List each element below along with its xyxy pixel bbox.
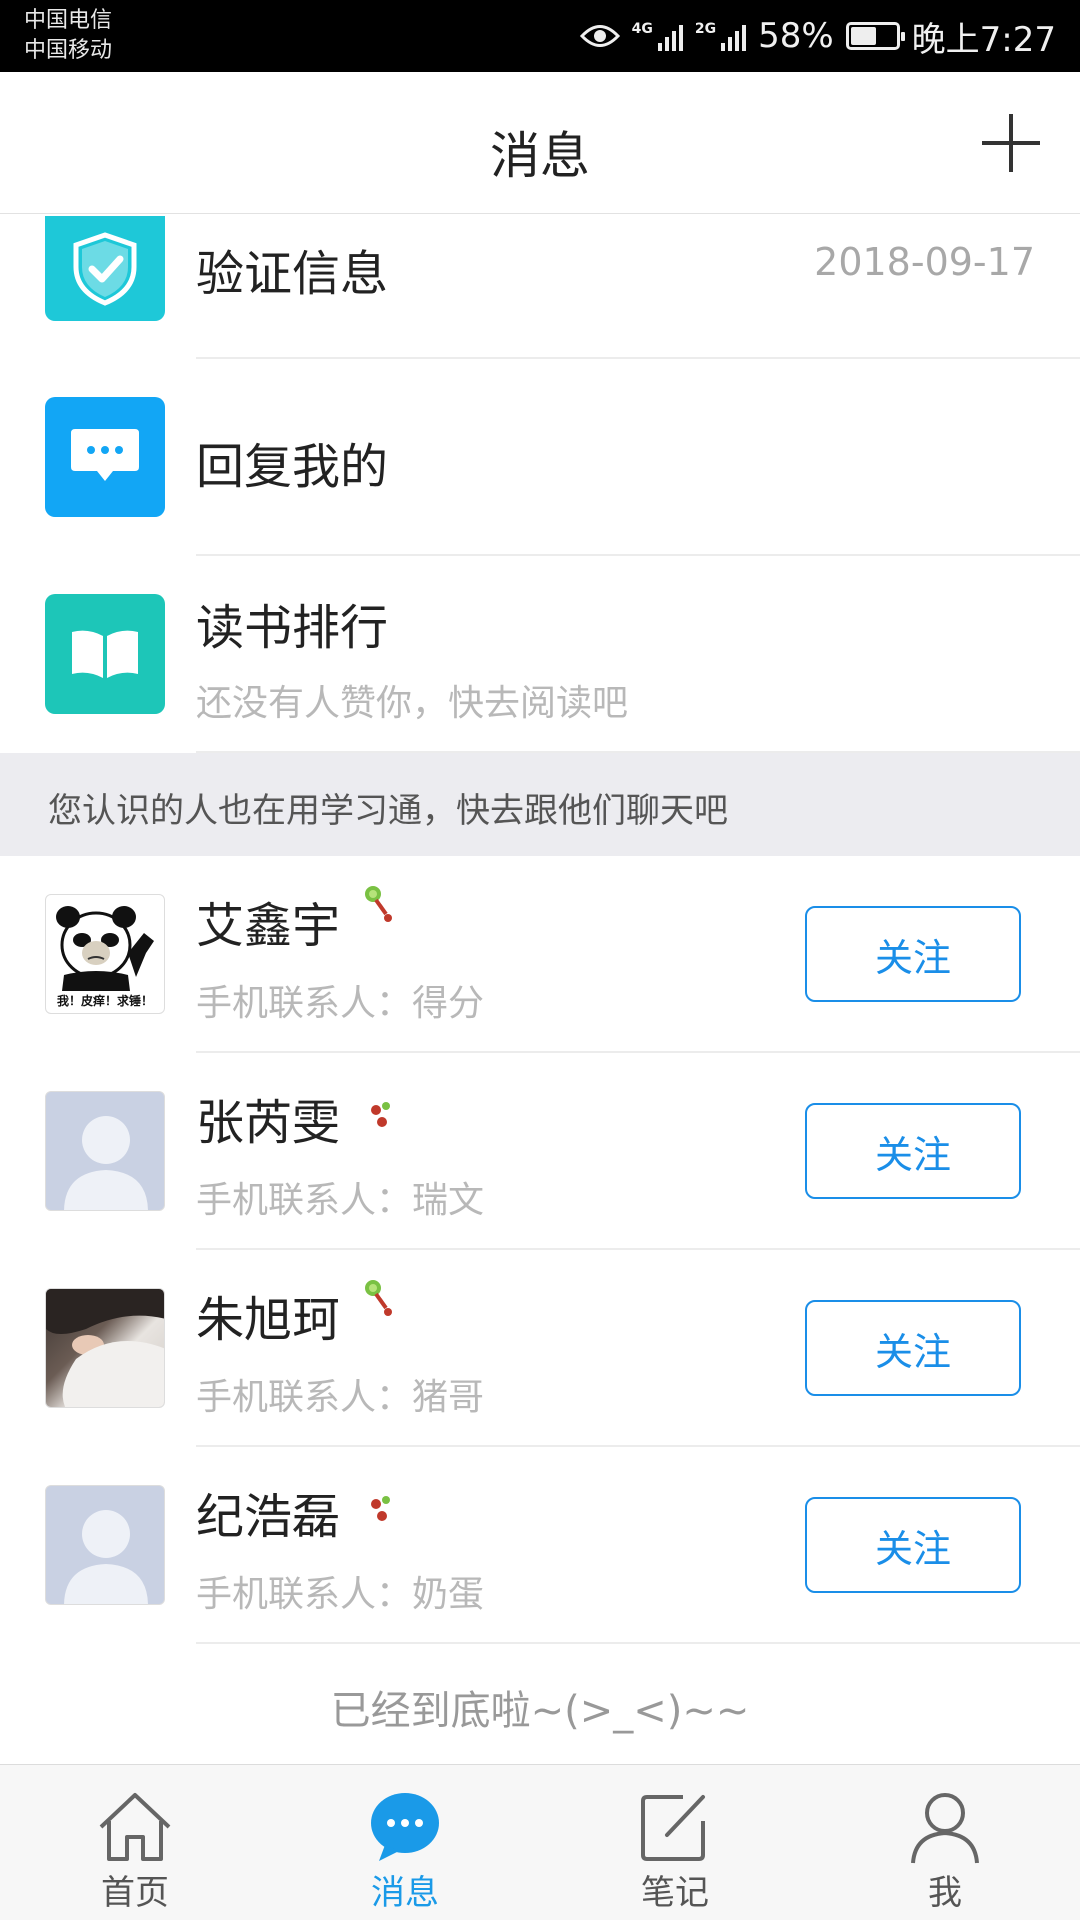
nav-home[interactable]: 首页 [0, 1765, 270, 1920]
banner-text: 您认识的人也在用学习通，快去跟他们聊天吧 [48, 791, 728, 831]
end-of-list-text: 已经到底啦~(>_<)~~ [330, 1688, 750, 1734]
item-subtitle: 还没有人赞你，快去阅读吧 [196, 683, 629, 724]
nav-label: 笔记 [641, 1873, 709, 1913]
status-bar: 中国电信 中国移动 4G 2G 58% 晚上7:27 [0, 0, 1080, 72]
default-avatar[interactable] [45, 1485, 165, 1605]
plus-icon[interactable] [982, 114, 1040, 172]
net-type-2: 2G [694, 21, 717, 37]
contact-name: 朱旭珂 [196, 1292, 341, 1348]
contact-source: 手机联系人：得分 [196, 983, 485, 1024]
follow-button[interactable]: 关注 [805, 1103, 1021, 1199]
nav-label: 首页 [101, 1873, 169, 1913]
contact-source: 手机联系人：猪哥 [196, 1377, 485, 1418]
contact-row[interactable]: 朱旭珂 手机联系人：猪哥 关注 [0, 1250, 1080, 1447]
nav-label: 我 [928, 1873, 962, 1913]
person-icon [911, 1793, 979, 1864]
meme-caption: 我！皮痒！求锤！ [56, 994, 153, 1008]
badge-icon [365, 1280, 392, 1316]
contact-name: 纪浩磊 [196, 1489, 341, 1545]
nav-notes[interactable]: 笔记 [540, 1765, 810, 1920]
follow-button[interactable]: 关注 [805, 906, 1021, 1002]
contact-source: 手机联系人：奶蛋 [196, 1574, 485, 1615]
badge-icon [371, 1102, 390, 1127]
battery-percent: 58% [758, 16, 834, 56]
message-icon [371, 1793, 439, 1861]
battery-icon [845, 22, 905, 50]
page-title: 消息 [490, 127, 590, 185]
carrier-1: 中国电信 [24, 8, 113, 33]
item-date: 2018-09-17 [814, 240, 1035, 284]
net-type-1: 4G [631, 21, 653, 37]
signal-2g-icon: 2G [694, 21, 747, 51]
item-title: 读书排行 [196, 600, 389, 656]
item-title: 验证信息 [196, 246, 389, 302]
contact-source: 手机联系人：瑞文 [196, 1180, 485, 1221]
contact-row[interactable]: 我！皮痒！求锤！ 艾鑫宇 手机联系人：得分 关注 [0, 856, 1080, 1053]
list-item-replies[interactable]: 回复我的 [0, 359, 1080, 556]
contact-row[interactable]: 纪浩磊 手机联系人：奶蛋 关注 [0, 1447, 1080, 1644]
nav-me[interactable]: 我 [810, 1765, 1080, 1920]
photo-avatar[interactable] [45, 1288, 165, 1408]
contact-row[interactable]: 张芮雯 手机联系人：瑞文 关注 [0, 1053, 1080, 1250]
follow-button[interactable]: 关注 [805, 1300, 1021, 1396]
clock: 晚上7:27 [911, 19, 1056, 60]
carrier-2: 中国移动 [24, 38, 113, 63]
carrier-info: 中国电信 中国移动 [24, 6, 112, 66]
nav-messages[interactable]: 消息 [270, 1765, 540, 1920]
follow-button[interactable]: 关注 [805, 1497, 1021, 1593]
suggestion-banner: 您认识的人也在用学习通，快去跟他们聊天吧 [0, 753, 1080, 856]
status-indicators: 4G 2G 58% 晚上7:27 [579, 0, 1056, 72]
open-book-icon [45, 594, 165, 714]
badge-icon [371, 1496, 390, 1521]
home-icon [99, 1793, 171, 1861]
contact-name: 张芮雯 [196, 1095, 341, 1151]
note-icon [641, 1795, 705, 1861]
item-title: 回复我的 [196, 439, 389, 495]
eye-icon [579, 25, 620, 47]
app-header: 消息 [0, 72, 1080, 214]
list-item-reading-rank[interactable]: 读书排行 还没有人赞你，快去阅读吧 [0, 556, 1080, 753]
contact-name: 艾鑫宇 [196, 898, 341, 954]
list-item-verification[interactable]: 验证信息 2018-09-17 [0, 202, 1080, 359]
bottom-nav: 首页 消息 笔记 我 [0, 1764, 1080, 1920]
default-avatar[interactable] [45, 1091, 165, 1211]
signal-4g-icon: 4G [632, 21, 683, 51]
badge-icon [365, 886, 392, 922]
divider [196, 1642, 1080, 1644]
nav-label: 消息 [371, 1873, 439, 1913]
chat-bubble-icon [45, 397, 165, 517]
shield-check-icon [45, 216, 165, 321]
panda-meme-avatar[interactable]: 我！皮痒！求锤！ [45, 894, 165, 1014]
